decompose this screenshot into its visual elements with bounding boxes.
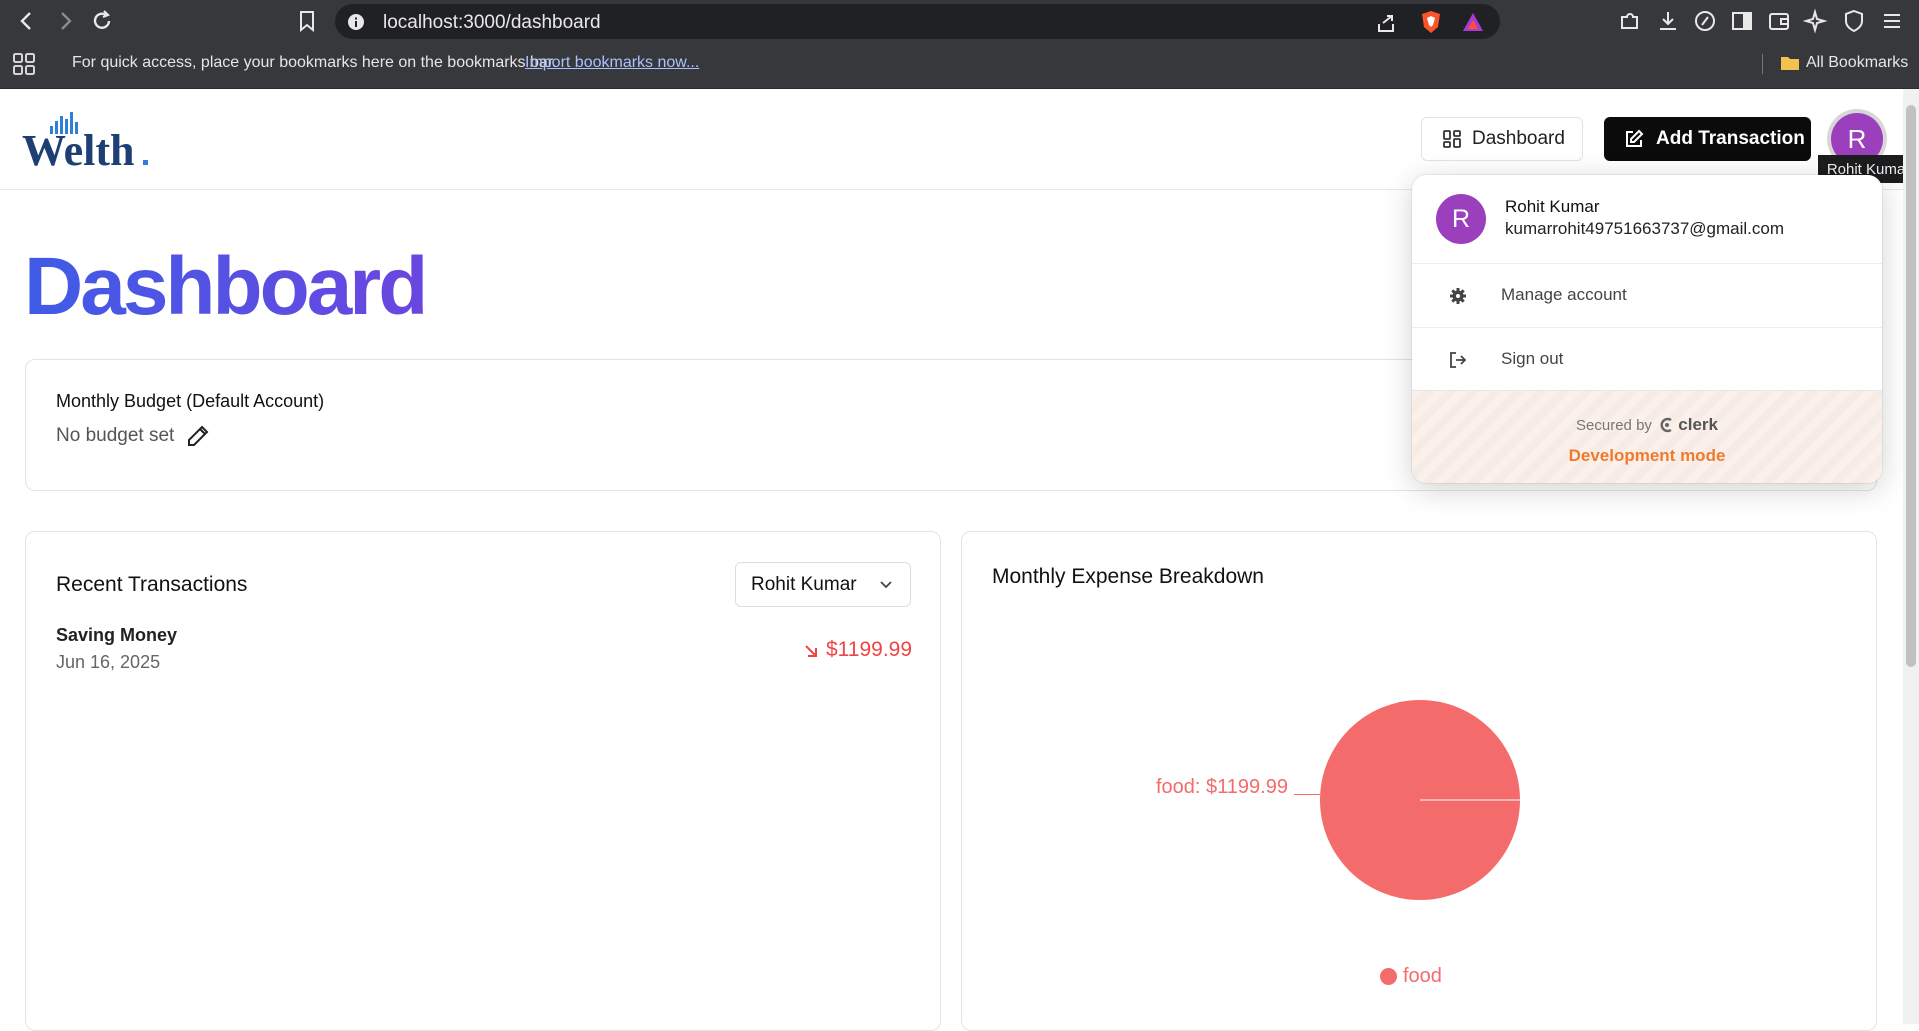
chevron-down-icon: [880, 581, 892, 589]
add-transaction-label: Add Transaction: [1656, 128, 1805, 149]
popover-footer: Secured by clerk Development mode: [1412, 390, 1882, 483]
transaction-name: Saving Money: [56, 625, 178, 645]
site-info-icon[interactable]: [347, 13, 365, 31]
import-bookmarks-link[interactable]: Import bookmarks now...: [525, 54, 699, 72]
page-title: Dashboard: [24, 241, 428, 332]
chart-legend[interactable]: food: [1380, 965, 1442, 988]
sign-out-icon: [1450, 352, 1467, 368]
apps-grid-icon[interactable]: [12, 52, 36, 76]
wallet-icon[interactable]: [1766, 8, 1792, 34]
budget-value: No budget set: [56, 425, 175, 446]
back-icon[interactable]: [14, 8, 40, 34]
pie-label-leader: [1294, 794, 1320, 795]
user-menu-popover: R Rohit Kumar kumarrohit49751663737@gmai…: [1412, 175, 1882, 483]
bookmark-icon[interactable]: [294, 8, 320, 34]
url-text: localhost:3000/dashboard: [383, 12, 601, 33]
clerk-brand-text: clerk: [1678, 415, 1718, 434]
ai-sparkle-icon[interactable]: [1803, 8, 1829, 34]
svg-text:Welth: Welth: [22, 126, 134, 170]
reload-icon[interactable]: [89, 8, 115, 34]
account-select-value: Rohit Kumar: [751, 573, 857, 595]
dashboard-button-label: Dashboard: [1472, 128, 1565, 149]
forward-icon[interactable]: [52, 8, 78, 34]
bookmarks-divider: [1762, 54, 1763, 74]
browser-toolbar: localhost:3000/dashboard: [0, 0, 1919, 42]
manage-account-button[interactable]: Manage account: [1412, 263, 1882, 327]
share-icon[interactable]: [1375, 12, 1397, 34]
scrollbar-thumb[interactable]: [1906, 105, 1916, 667]
sign-out-button[interactable]: Sign out: [1412, 327, 1882, 391]
secured-by-clerk[interactable]: Secured by clerk: [1412, 415, 1882, 435]
welth-logo[interactable]: Welth: [22, 110, 152, 170]
popover-user-name: Rohit Kumar: [1505, 197, 1600, 216]
bookmarks-hint: For quick access, place your bookmarks h…: [72, 54, 557, 71]
budget-title: Monthly Budget (Default Account): [56, 391, 325, 411]
sign-out-label: Sign out: [1501, 349, 1564, 368]
development-mode-label: Development mode: [1568, 446, 1726, 465]
all-bookmarks[interactable]: All Bookmarks: [1806, 54, 1908, 72]
pie-slice-label: food: $1199.99: [1156, 776, 1288, 798]
vpn-icon[interactable]: [1841, 8, 1867, 34]
clerk-logo-icon: [1660, 417, 1672, 433]
expense-pie-chart: [1320, 700, 1520, 900]
transaction-date: Jun 16, 2025: [56, 652, 161, 672]
edit-square-icon: [1626, 129, 1644, 147]
sidebar-icon[interactable]: [1729, 8, 1755, 34]
account-select[interactable]: Rohit Kumar: [735, 562, 911, 607]
brave-rewards-icon[interactable]: [1462, 12, 1484, 32]
secured-by-text: Secured by: [1576, 417, 1652, 434]
legend-label: food: [1403, 965, 1442, 987]
expense-breakdown-title: Monthly Expense Breakdown: [992, 565, 1264, 588]
popover-user-email: kumarrohit49751663737@gmail.com: [1505, 219, 1785, 238]
gear-icon: [1450, 288, 1466, 304]
transaction-amount: $1199.99: [826, 638, 913, 661]
address-bar[interactable]: localhost:3000/dashboard: [335, 4, 1500, 39]
arrow-down-right-icon: [805, 645, 817, 657]
leo-icon[interactable]: [1692, 8, 1718, 34]
download-icon[interactable]: [1655, 8, 1681, 34]
recent-transactions-title: Recent Transactions: [56, 573, 248, 596]
manage-account-label: Manage account: [1501, 285, 1627, 304]
menu-icon[interactable]: [1879, 8, 1905, 34]
dashboard-icon: [1443, 130, 1461, 148]
legend-swatch: [1380, 968, 1397, 985]
add-transaction-button[interactable]: Add Transaction: [1604, 117, 1811, 161]
extensions-icon[interactable]: [1617, 8, 1643, 34]
popover-avatar: R: [1436, 194, 1486, 244]
folder-icon: [1781, 57, 1799, 70]
brave-shields-icon[interactable]: [1420, 10, 1442, 34]
pencil-icon[interactable]: [186, 424, 210, 448]
dashboard-button[interactable]: Dashboard: [1421, 117, 1583, 161]
